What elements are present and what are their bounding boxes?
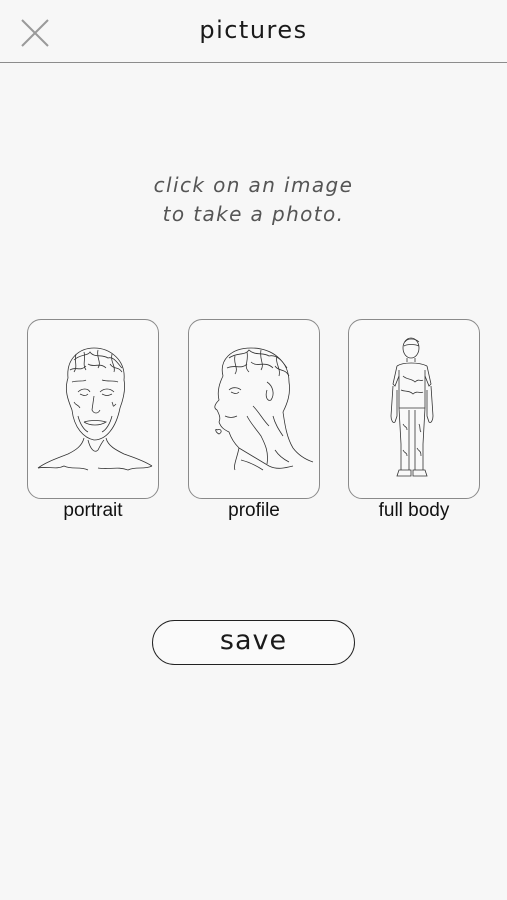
full-body-label: full body [378,500,450,521]
instructions-line-2: to take a photo. [162,202,345,226]
instructions-line-1: click on an image [153,173,354,197]
page-title: pictures [199,16,308,44]
full-body-card[interactable] [348,319,480,499]
save-button[interactable]: save [152,620,355,665]
portrait-sketch-icon [37,347,153,471]
profile-sketch-icon [214,347,314,471]
profile-card[interactable] [188,319,320,499]
header-bar: pictures [0,0,507,63]
profile-label: profile [228,500,280,521]
portrait-card[interactable] [27,319,159,499]
instructions-text: click on an image to take a photo. [0,171,507,229]
full-body-sketch-icon [390,337,434,477]
portrait-label: portrait [63,500,123,521]
